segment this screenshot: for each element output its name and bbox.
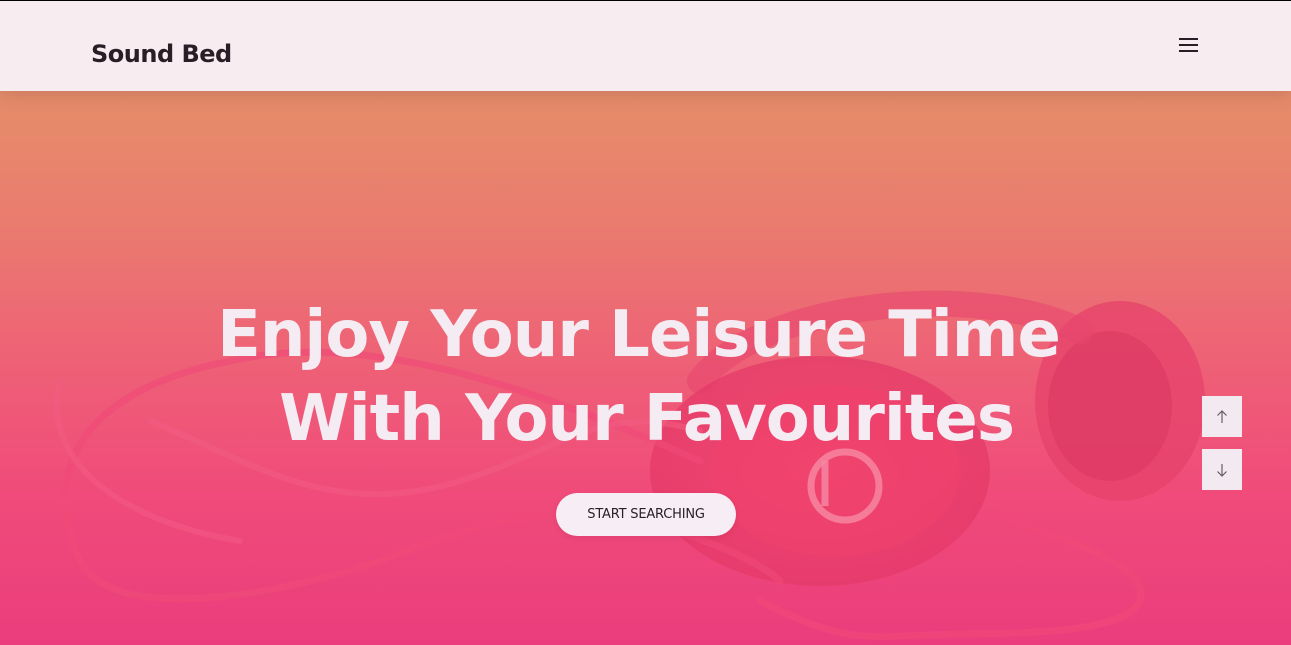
menu-bar-top	[1179, 38, 1198, 40]
page: Sound Bed Enjoy Your Leisure Time With Y…	[0, 0, 1291, 645]
scroll-down-button[interactable]	[1202, 449, 1242, 490]
site-header: Sound Bed	[0, 1, 1291, 91]
hero-headline-line-1: Enjoy Your Leisure Time	[217, 298, 1061, 372]
start-searching-button[interactable]: START SEARCHING	[556, 493, 736, 536]
hero-headline: Enjoy Your Leisure Time With Your Favour…	[0, 293, 1291, 461]
arrow-up-icon	[1217, 409, 1227, 423]
arrow-down-icon	[1217, 463, 1227, 477]
menu-bar-middle	[1179, 44, 1198, 46]
scroll-up-button[interactable]	[1202, 396, 1242, 437]
menu-bar-bottom	[1179, 50, 1198, 52]
hamburger-menu-icon[interactable]	[1176, 33, 1202, 57]
hero-headline-line-2: With Your Favourites	[279, 382, 1015, 456]
site-logo[interactable]: Sound Bed	[91, 40, 232, 68]
